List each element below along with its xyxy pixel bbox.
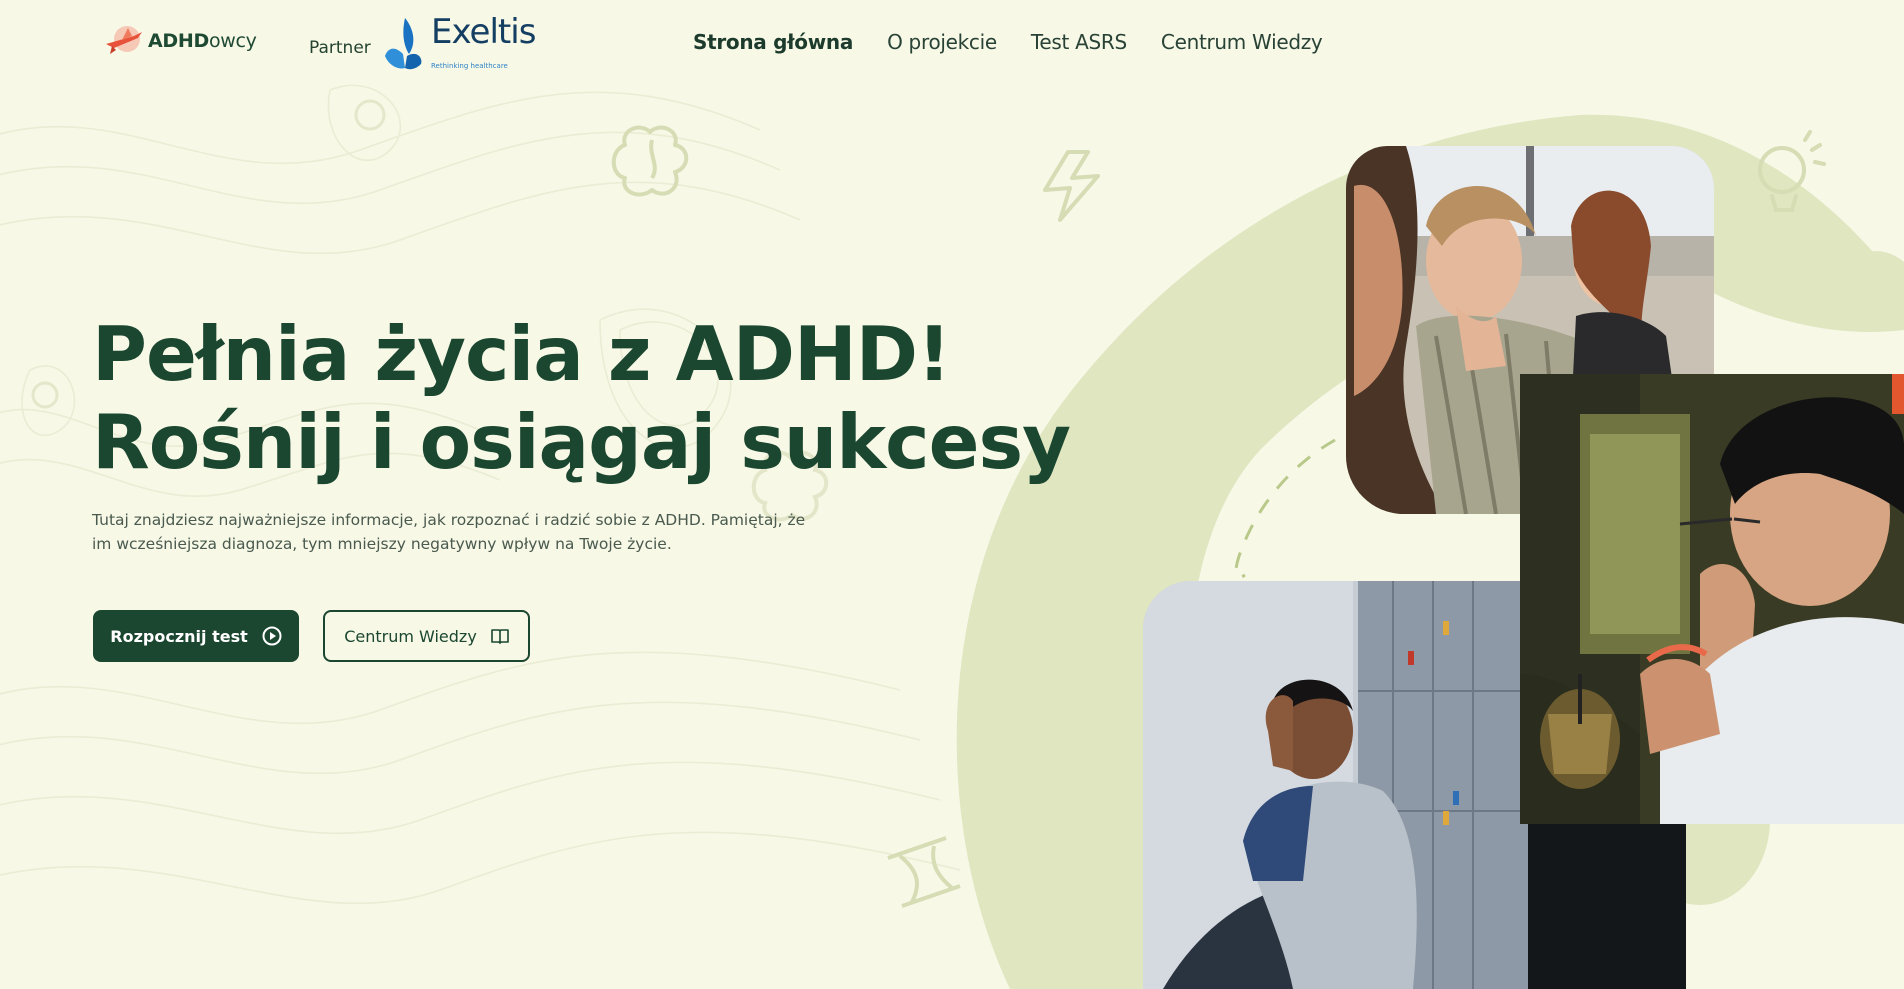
nav-item-knowledge-center[interactable]: Centrum Wiedzy bbox=[1161, 30, 1323, 54]
site-header: ADHDowcy Partner Exeltis Rethinking heal… bbox=[0, 0, 1904, 90]
main-nav: Strona główna O projekcie Test ASRS Cent… bbox=[693, 30, 1323, 54]
hero-title-line2: Rośnij i osiągaj sukcesy bbox=[92, 398, 1071, 486]
start-test-button[interactable]: Rozpocznij test bbox=[93, 610, 299, 662]
butterfly-icon bbox=[385, 18, 422, 70]
hero-title-line1: Pełnia życia z ADHD! bbox=[92, 310, 951, 398]
knowledge-center-label: Centrum Wiedzy bbox=[344, 626, 477, 646]
start-test-label: Rozpocznij test bbox=[110, 626, 248, 646]
adhdowcy-logo[interactable]: ADHDowcy bbox=[104, 24, 257, 58]
partner-name: Exeltis bbox=[431, 12, 536, 52]
nav-item-about[interactable]: O projekcie bbox=[887, 30, 997, 54]
logo-plane-icon bbox=[106, 26, 142, 54]
exeltis-logo[interactable]: Exeltis Rethinking healthcare bbox=[383, 12, 536, 72]
book-icon bbox=[490, 629, 509, 644]
partner-tagline: Rethinking healthcare bbox=[431, 62, 508, 70]
play-circle-icon bbox=[262, 626, 282, 646]
knowledge-center-button[interactable]: Centrum Wiedzy bbox=[323, 610, 530, 662]
photo-boy-thinking bbox=[1520, 374, 1904, 824]
nav-item-asrs-test[interactable]: Test ASRS bbox=[1031, 30, 1127, 54]
hero-title: Pełnia życia z ADHD! Rośnij i osiągaj su… bbox=[92, 310, 1071, 486]
nav-item-home[interactable]: Strona główna bbox=[693, 30, 853, 54]
partner-label: Partner bbox=[309, 38, 371, 58]
logo-text: ADHDowcy bbox=[148, 30, 257, 52]
hero-description: Tutaj znajdziesz najważniejsze informacj… bbox=[92, 511, 806, 553]
